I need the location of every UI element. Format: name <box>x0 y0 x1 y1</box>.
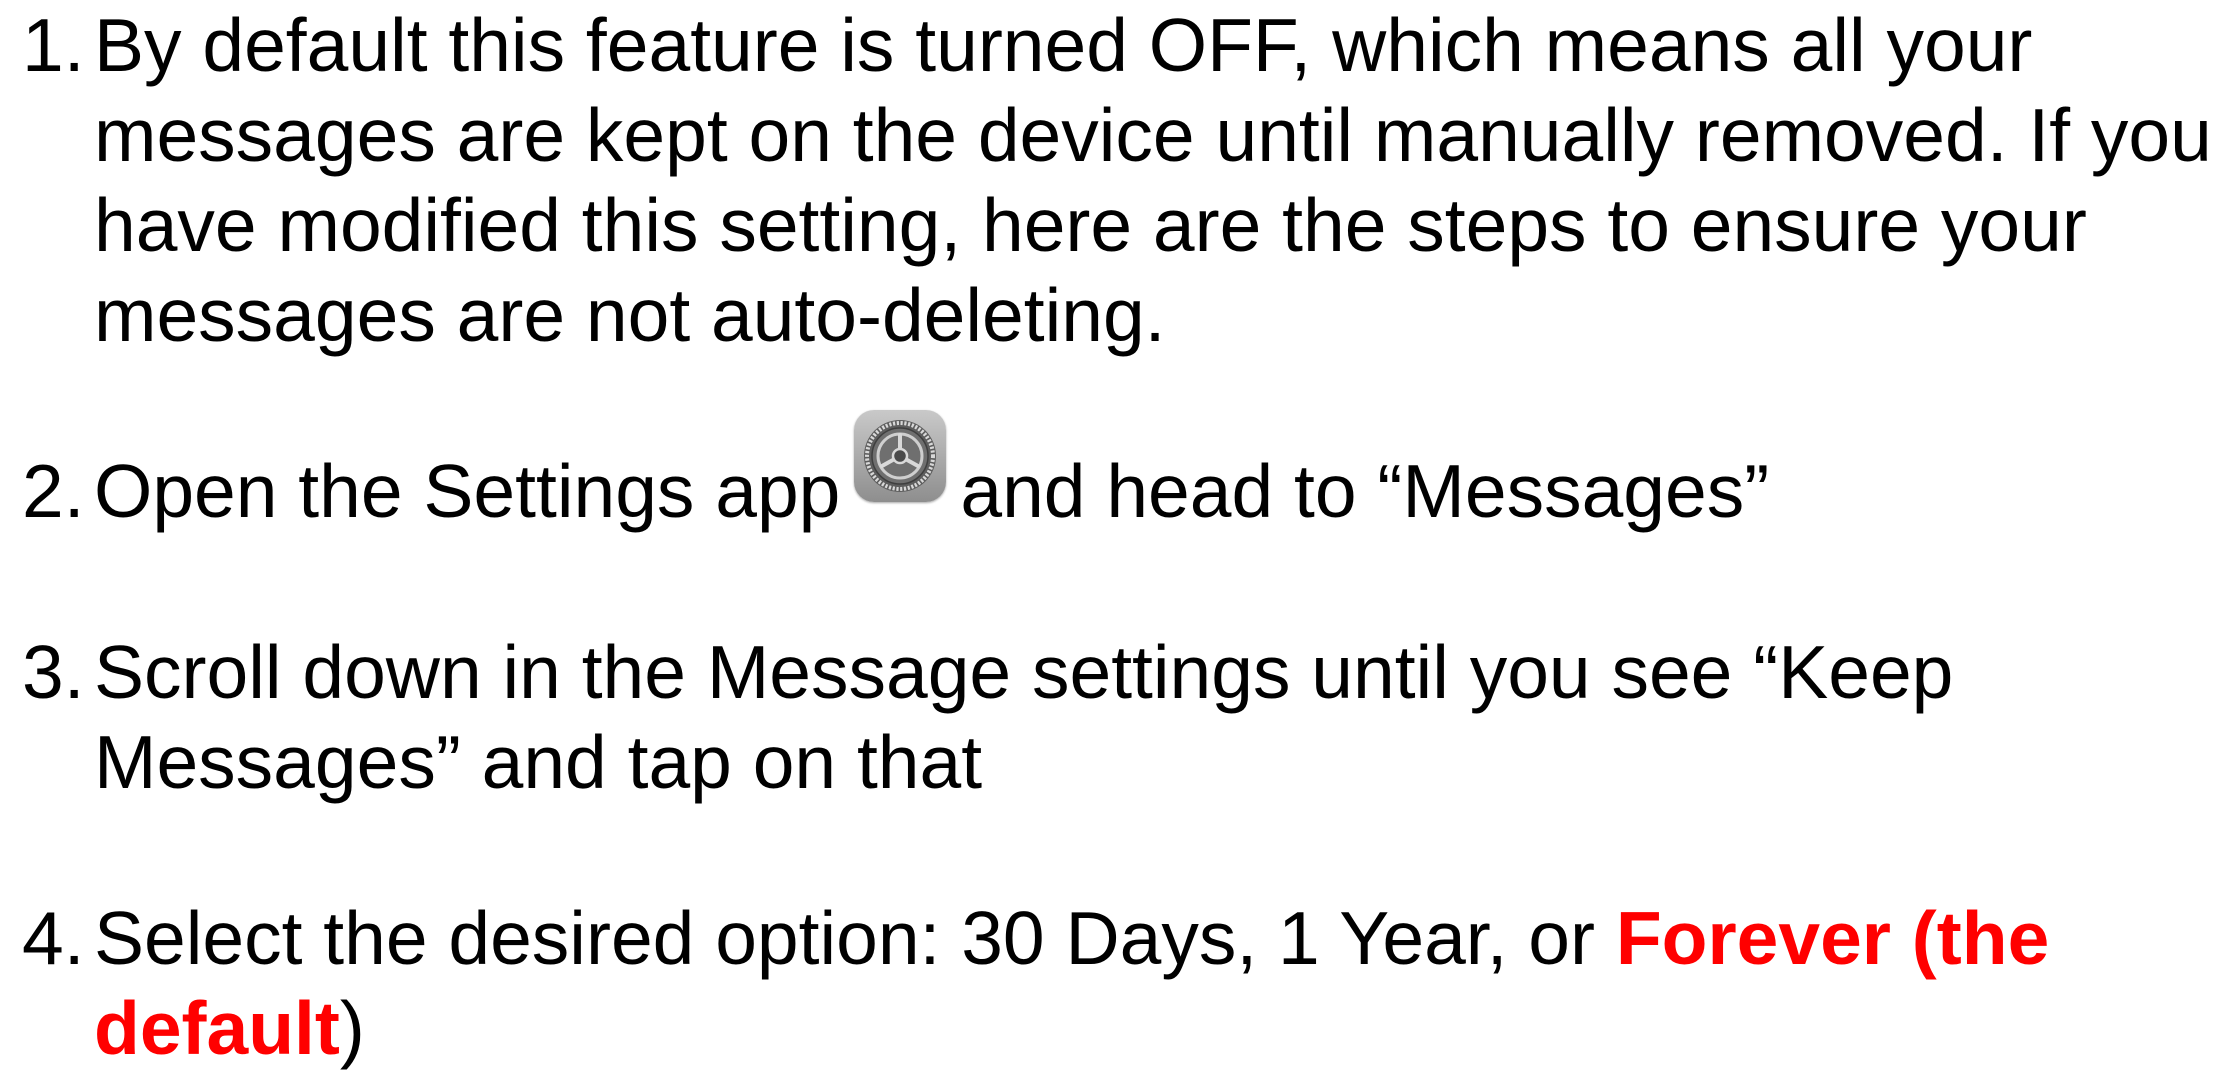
step-line: have modified this setting, here are the… <box>94 183 2087 267</box>
step-line: By default this feature is turned OFF, w… <box>94 3 2033 87</box>
step-line: Scroll down in the Message settings unti… <box>94 630 1954 714</box>
step-line: default) <box>94 983 2049 1073</box>
step-line: Open the Settings app and head to “Messa… <box>94 410 1770 536</box>
step-text-after-icon: and head to “Messages” <box>960 449 1770 533</box>
step-text: Scroll down in the Message settings unti… <box>94 627 1953 807</box>
closing-paren: ) <box>339 986 365 1070</box>
step-number: 3. <box>22 630 85 714</box>
default-option-highlight: default <box>94 986 340 1070</box>
options-text: Select the desired option: 30 Days, 1 Ye… <box>94 896 1616 980</box>
step-line: messages are not auto-deleting. <box>94 273 1166 357</box>
step-line: Messages” and tap on that <box>94 720 983 804</box>
step-number: 1. <box>22 3 85 87</box>
step-line: Select the desired option: 30 Days, 1 Ye… <box>94 893 2049 983</box>
step-number: 4. <box>22 896 85 980</box>
default-option-highlight: Forever (the <box>1615 896 2050 980</box>
settings-gear-icon <box>854 410 947 502</box>
step-text: By default this feature is turned OFF, w… <box>94 0 2212 360</box>
step-text: Open the Settings app and head to “Messa… <box>94 410 1770 536</box>
step-text-before-icon: Open the Settings app <box>94 449 841 533</box>
step-number: 2. <box>22 449 85 533</box>
step-line: messages are kept on the device until ma… <box>94 93 2212 177</box>
step-text: Select the desired option: 30 Days, 1 Ye… <box>94 893 2049 1073</box>
